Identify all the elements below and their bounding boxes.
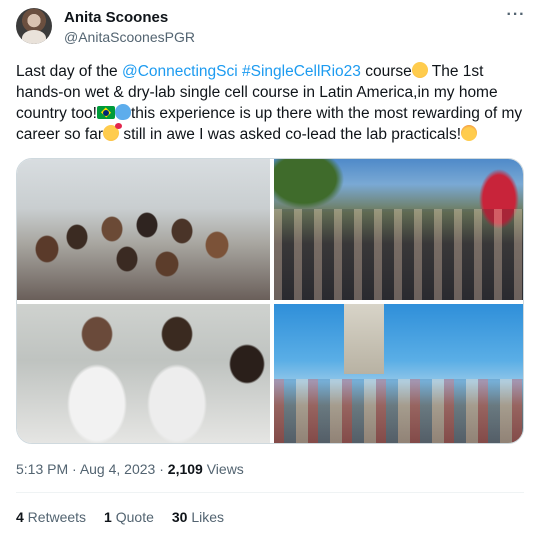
likes-label: Likes [187, 509, 225, 525]
mention-link[interactable]: @ConnectingSci [122, 63, 238, 80]
quotes-count: 1 [104, 509, 112, 525]
exploding-head-icon [461, 125, 478, 141]
tweet-text: Last day of the @ConnectingSci #SingleCe… [16, 61, 524, 145]
likes-stat[interactable]: 30 Likes [172, 509, 224, 525]
quotes-label: Quote [111, 509, 154, 525]
tweet-card: Anita Scoones @AnitaScoonesPGR ··· Last … [0, 0, 537, 535]
pleading-face-icon [411, 62, 428, 78]
tweet-text-segment: still in awe I was asked co-lead the lab… [119, 126, 462, 143]
hashtag-link[interactable]: #SingleCellRio23 [242, 63, 361, 80]
smiling-face-with-hearts-icon [103, 123, 123, 141]
views-count: 2,109 [167, 461, 203, 477]
meta-separator: · [155, 461, 168, 477]
retweets-count: 4 [16, 509, 24, 525]
blue-heart-icon [115, 104, 131, 120]
christ-the-redeemer-group-photo[interactable] [274, 304, 523, 443]
more-options-icon[interactable]: ··· [504, 6, 528, 28]
author-name[interactable]: Anita Scoones [64, 9, 168, 26]
tweet-meta: 5:13 PM · Aug 4, 2023 · 2,109 Views [16, 461, 244, 477]
tweet-text-segment: Last day of the [16, 63, 122, 80]
retweets-stat[interactable]: 4 Retweets [16, 509, 86, 525]
tweet-date[interactable]: Aug 4, 2023 [80, 461, 156, 477]
tweet-text-segment: course [360, 63, 412, 80]
meta-separator: · [68, 461, 80, 477]
retweets-label: Retweets [23, 509, 87, 525]
engagement-stats: 4 Retweets 1 Quote 30 Likes [16, 509, 242, 525]
quotes-stat[interactable]: 1 Quote [104, 509, 154, 525]
tweet-time[interactable]: 5:13 PM [16, 461, 68, 477]
lab-group-photo[interactable] [17, 159, 270, 300]
likes-count: 30 [171, 509, 188, 525]
divider [16, 492, 524, 493]
avatar[interactable] [16, 8, 52, 44]
lab-practical-photo[interactable] [17, 304, 270, 443]
author-handle[interactable]: @AnitaScoonesPGR [64, 29, 195, 45]
views-label: Views [202, 461, 244, 477]
media-grid [16, 158, 524, 444]
brazil-flag-icon [97, 106, 115, 119]
outdoor-steps-group-photo[interactable] [274, 159, 523, 300]
